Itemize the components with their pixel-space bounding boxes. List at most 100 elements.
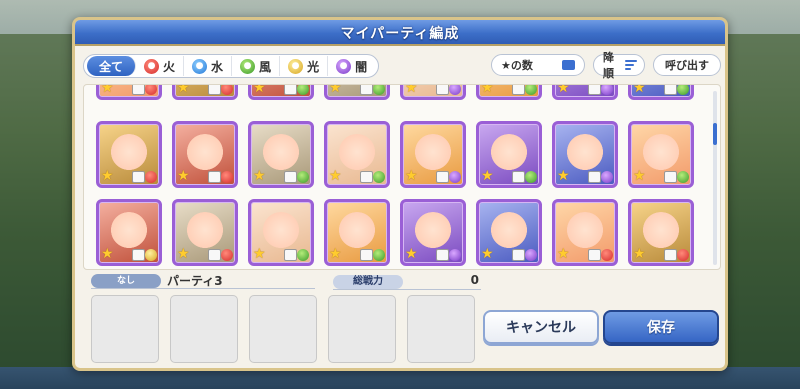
light-icon <box>145 249 157 261</box>
character-card[interactable]: ★ <box>172 121 238 188</box>
party-slot-4[interactable] <box>328 295 396 363</box>
party-edit-modal: マイパーティ編成 全て ● 火 ● 水 ● 風 ● 光 ● 闇 ★の数 降順 呼… <box>72 17 728 371</box>
star-icon: ★ <box>633 168 646 184</box>
wind-icon <box>525 171 537 183</box>
save-button-label: 保存 <box>647 320 675 336</box>
role-icon <box>360 249 373 261</box>
cancel-button[interactable]: キャンセル <box>483 310 599 344</box>
character-portrait <box>641 212 681 252</box>
role-icon <box>284 249 297 261</box>
character-card[interactable]: ★ <box>172 199 238 266</box>
character-card[interactable]: ★ <box>96 121 162 188</box>
character-card[interactable]: ★ <box>628 121 694 188</box>
filter-label: 全て <box>99 59 124 74</box>
filter-tab-all[interactable]: 全て <box>87 56 137 76</box>
wind-icon <box>677 171 689 183</box>
character-card[interactable]: ★ <box>324 85 390 100</box>
total-power-value: 0 <box>470 273 479 287</box>
dark-icon <box>449 249 461 261</box>
character-card[interactable]: ★ <box>96 199 162 266</box>
character-card[interactable]: ★ <box>324 121 390 188</box>
dark-icon <box>601 85 613 95</box>
role-icon <box>512 85 525 95</box>
roster-scrollbar-thumb[interactable] <box>713 123 717 145</box>
character-card[interactable]: ★ <box>476 121 542 188</box>
party-name[interactable]: パーティ3 <box>167 272 223 289</box>
character-card[interactable]: ★ <box>552 84 618 100</box>
star-icon: ★ <box>557 168 570 184</box>
dark-icon <box>449 85 461 95</box>
load-party-button[interactable]: 呼び出す <box>653 54 721 76</box>
role-icon <box>132 171 145 183</box>
character-card[interactable]: ★ <box>476 84 542 100</box>
character-roster[interactable]: ★★★★★★★★★★★★★★★★★★★★★★★★★★★★★★★★ <box>83 84 721 270</box>
star-icon: ★ <box>405 246 418 262</box>
fire-icon <box>221 171 233 183</box>
star-count-sort-button[interactable]: ★の数 <box>491 54 585 76</box>
fire-icon <box>221 249 233 261</box>
role-icon <box>132 85 145 95</box>
character-card[interactable]: ★ <box>552 121 618 188</box>
wind-icon: ● <box>240 58 256 74</box>
dark-icon <box>601 171 613 183</box>
filter-tab-water[interactable]: ● 水 <box>184 56 233 76</box>
sort-order-button[interactable]: 降順 <box>593 51 645 80</box>
role-icon <box>588 171 601 183</box>
filter-tab-fire[interactable]: ● 火 <box>136 56 185 76</box>
character-card[interactable]: ★ <box>628 199 694 266</box>
party-status-pill: なし <box>91 274 161 288</box>
role-icon <box>436 249 449 261</box>
character-card[interactable]: ★ <box>628 84 694 100</box>
character-card[interactable]: ★ <box>400 199 466 266</box>
character-portrait <box>641 134 681 174</box>
star-icon: ★ <box>481 84 494 96</box>
party-slot-3[interactable] <box>249 295 317 363</box>
star-icon: ★ <box>177 84 190 96</box>
character-card[interactable]: ★ <box>400 84 466 100</box>
filter-label: 闇 <box>355 59 368 74</box>
character-card[interactable]: ★ <box>324 199 390 266</box>
role-icon <box>664 249 677 261</box>
character-card[interactable]: ★ <box>96 85 162 100</box>
role-icon <box>664 85 677 95</box>
character-card[interactable]: ★ <box>248 199 314 266</box>
party-slot-2[interactable] <box>170 295 238 363</box>
star-icon: ★ <box>557 84 570 96</box>
character-card[interactable]: ★ <box>476 199 542 266</box>
star-icon: ★ <box>101 246 114 262</box>
filter-tab-wind[interactable]: ● 風 <box>232 56 281 76</box>
party-slot-1[interactable] <box>91 295 159 363</box>
character-card[interactable]: ★ <box>552 199 618 266</box>
star-icon: ★ <box>177 246 190 262</box>
fire-icon <box>221 85 233 95</box>
role-icon <box>588 249 601 261</box>
character-portrait <box>109 134 149 174</box>
role-icon <box>436 85 449 95</box>
character-card[interactable]: ★ <box>172 84 238 100</box>
role-icon <box>208 85 221 95</box>
star-icon: ★ <box>557 246 570 262</box>
character-card[interactable]: ★ <box>248 121 314 188</box>
character-portrait <box>185 134 225 174</box>
role-icon <box>284 85 297 95</box>
star-icon: ★ <box>633 246 646 262</box>
roster-scrollbar-track[interactable] <box>713 91 717 265</box>
star-icon: ★ <box>633 84 646 96</box>
star-icon: ★ <box>253 168 266 184</box>
filter-label: 風 <box>259 59 272 74</box>
role-icon <box>208 249 221 261</box>
fire-icon <box>145 85 157 95</box>
star-icon: ★ <box>177 168 190 184</box>
filter-tab-dark[interactable]: ● 闇 <box>328 56 375 76</box>
character-portrait <box>337 212 377 252</box>
party-slot-5[interactable] <box>407 295 475 363</box>
character-portrait <box>413 212 453 252</box>
save-button[interactable]: 保存 <box>603 310 719 344</box>
fire-icon <box>601 249 613 261</box>
fire-icon <box>145 171 157 183</box>
character-card[interactable]: ★ <box>248 85 314 100</box>
character-card[interactable]: ★ <box>400 121 466 188</box>
star-icon: ★ <box>405 84 418 96</box>
filter-tab-light[interactable]: ● 光 <box>280 56 329 76</box>
element-filter-bar: 全て ● 火 ● 水 ● 風 ● 光 ● 闇 <box>83 54 380 78</box>
